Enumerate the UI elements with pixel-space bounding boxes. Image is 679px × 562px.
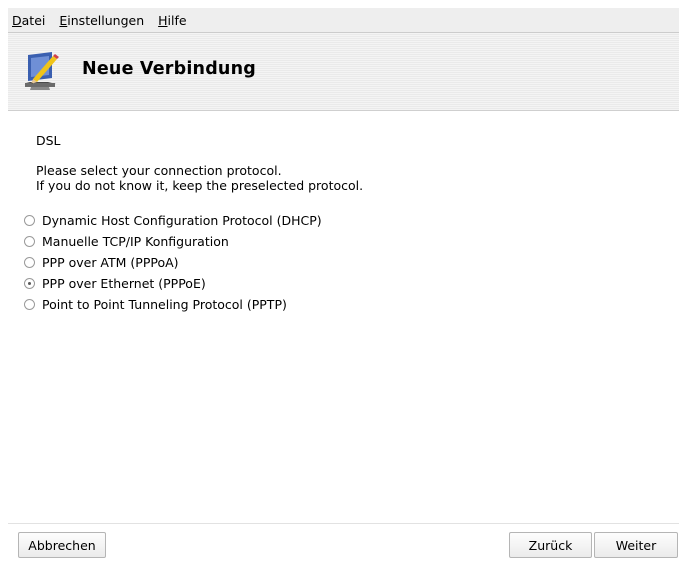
radio-option-pppoe[interactable]: PPP over Ethernet (PPPoE): [24, 273, 322, 294]
connection-type-label: DSL: [36, 133, 61, 148]
menu-datei-label: atei: [21, 12, 46, 28]
radio-label-pppoe[interactable]: PPP over Ethernet (PPPoE): [42, 276, 206, 291]
radio-button-pptp[interactable]: [24, 299, 35, 310]
page-title: Neue Verbindung: [82, 59, 256, 79]
next-button[interactable]: Weiter: [594, 532, 678, 558]
radio-option-pppoa[interactable]: PPP over ATM (PPPoA): [24, 252, 322, 273]
radio-label-pptp[interactable]: Point to Point Tunneling Protocol (PPTP): [42, 297, 287, 312]
radio-label-dhcp[interactable]: Dynamic Host Configuration Protocol (DHC…: [42, 213, 322, 228]
radio-option-manual-tcpip[interactable]: Manuelle TCP/IP Konfiguration: [24, 231, 322, 252]
instruction-line-1: Please select your connection protocol.: [36, 163, 282, 178]
radio-button-pppoe[interactable]: [24, 278, 35, 289]
menubar: Datei Einstellungen Hilfe: [8, 8, 679, 33]
button-bar: Abbrechen Zurück Weiter: [8, 523, 679, 562]
instruction-line-2: If you do not know it, keep the preselec…: [36, 178, 364, 193]
wizard-header: Neue Verbindung: [8, 33, 679, 111]
menu-hilfe-mnemonic: H: [158, 12, 168, 28]
radio-option-dhcp[interactable]: Dynamic Host Configuration Protocol (DHC…: [24, 210, 322, 231]
wizard-window: Datei Einstellungen Hilfe Neue Verbindun…: [8, 8, 679, 562]
radio-label-manual-tcpip[interactable]: Manuelle TCP/IP Konfiguration: [42, 234, 229, 249]
radio-option-pptp[interactable]: Point to Point Tunneling Protocol (PPTP): [24, 294, 322, 315]
instruction-text: Please select your connection protocol. …: [36, 163, 363, 193]
radio-button-pppoa[interactable]: [24, 257, 35, 268]
menu-hilfe[interactable]: Hilfe: [158, 13, 186, 28]
protocol-radio-group: Dynamic Host Configuration Protocol (DHC…: [24, 210, 322, 315]
radio-button-manual-tcpip[interactable]: [24, 236, 35, 247]
radio-button-dhcp[interactable]: [24, 215, 35, 226]
back-button[interactable]: Zurück: [509, 532, 592, 558]
radio-label-pppoa[interactable]: PPP over ATM (PPPoA): [42, 255, 179, 270]
wizard-pencil-monitor-icon: [25, 52, 59, 90]
cancel-button[interactable]: Abbrechen: [18, 532, 106, 558]
menu-hilfe-label: ilfe: [167, 12, 187, 28]
wizard-content: DSL Please select your connection protoc…: [8, 111, 679, 523]
menu-einstellungen[interactable]: Einstellungen: [59, 13, 144, 28]
menu-datei[interactable]: Datei: [12, 13, 45, 28]
menu-datei-mnemonic: D: [12, 12, 22, 28]
menu-einstellungen-label: instellungen: [67, 12, 145, 28]
